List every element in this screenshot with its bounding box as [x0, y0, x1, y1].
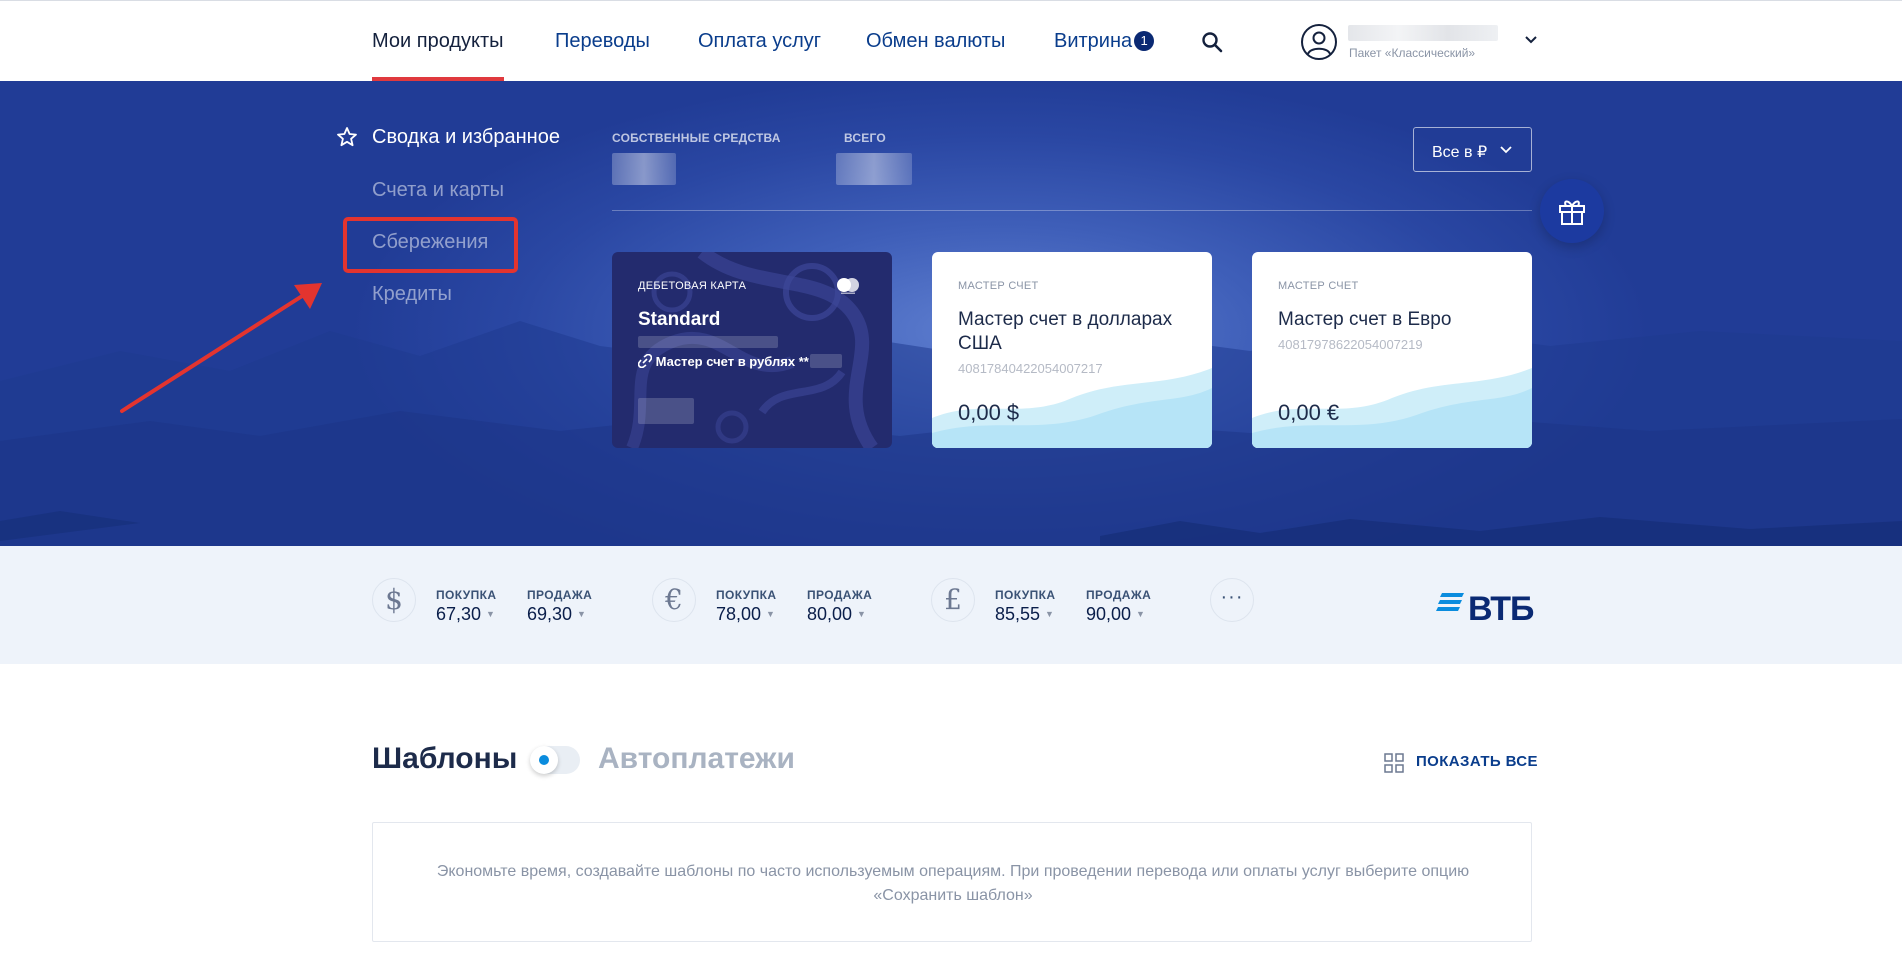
pound-icon: £ [931, 578, 975, 622]
gift-icon [1559, 200, 1585, 225]
total-value-redacted [836, 153, 912, 185]
star-icon [337, 127, 357, 147]
account-card-eur[interactable]: МАСТЕР СЧЕТ Мастер счет в Евро 408179786… [1252, 252, 1532, 448]
showcase-badge: 1 [1134, 31, 1155, 51]
templates-autopay-toggle[interactable] [530, 746, 580, 774]
templates-empty-state: Экономьте время, создавайте шаблоны по ч… [372, 822, 1532, 942]
linked-account: Мастер счет в рублях ** [637, 353, 809, 369]
currency-select[interactable]: Все в ₽ [1413, 127, 1532, 172]
show-all-label: ПОКАЗАТЬ ВСЕ [1416, 753, 1538, 770]
card-type-label: ДЕБЕТОВАЯ КАРТА [638, 280, 747, 292]
top-navigation: Мои продукты Переводы Оплата услуг Обмен… [0, 0, 1902, 82]
templates-hint: Экономьте время, создавайте шаблоны по ч… [436, 863, 1470, 904]
own-funds-value-redacted [612, 153, 676, 185]
triangle-down-icon: ▼ [857, 609, 866, 619]
eur-sell-rate: 80,00 ▼ [807, 604, 866, 625]
eur-buy-rate: 78,00 ▼ [716, 604, 775, 625]
annotation-arrow [120, 283, 322, 413]
bank-name: ВТБ [1468, 590, 1534, 628]
grid-icon [1384, 753, 1404, 773]
payment-system-logo [837, 278, 859, 294]
more-rates-button[interactable]: ··· [1210, 578, 1254, 622]
autopayments-title[interactable]: Автоплатежи [598, 742, 795, 776]
card-title: Мастер счет в Евро [1278, 309, 1452, 330]
usd-buy-value: 67,30 [436, 604, 482, 624]
triangle-down-icon: ▼ [1136, 609, 1145, 619]
debit-card[interactable]: ДЕБЕТОВАЯ КАРТА Standard Мастер счет в р… [612, 252, 892, 448]
user-name-redacted [1348, 25, 1498, 41]
nav-currency-exchange[interactable]: Обмен валюты [866, 30, 1005, 53]
linked-account-label: Мастер счет в рублях ** [655, 354, 809, 369]
toggle-knob [530, 746, 558, 774]
sidebar-item-accounts[interactable]: Счета и карты [372, 179, 504, 202]
gbp-sell-rate: 90,00 ▼ [1086, 604, 1145, 625]
chevron-down-icon [1500, 146, 1512, 154]
chevron-down-icon[interactable] [1524, 35, 1538, 45]
triangle-down-icon: ▼ [577, 609, 586, 619]
account-balance: 0,00 € [1278, 400, 1340, 425]
account-balance: 0,00 $ [958, 400, 1020, 425]
currency-select-value: Все в ₽ [1432, 144, 1488, 161]
card-number-redacted [638, 336, 778, 348]
buy-label: ПОКУПКА [995, 588, 1056, 602]
search-icon[interactable] [1201, 31, 1223, 53]
own-funds-label: СОБСТВЕННЫЕ СРЕДСТВА [612, 131, 781, 145]
exchange-rates-bar: $ ПОКУПКА 67,30 ▼ ПРОДАЖА 69,30 ▼ € ПОКУПК… [0, 546, 1902, 664]
usd-sell-rate: 69,30 ▼ [527, 604, 586, 625]
vtb-logo-mark [1436, 593, 1464, 611]
show-all-button[interactable]: ПОКАЗАТЬ ВСЕ [1384, 753, 1538, 773]
nav-payments[interactable]: Оплата услуг [698, 30, 821, 53]
sell-label: ПРОДАЖА [807, 588, 873, 602]
nav-transfers[interactable]: Переводы [555, 30, 650, 53]
account-card-usd[interactable]: МАСТЕР СЧЕТ Мастер счет в долларах США 4… [932, 252, 1212, 448]
triangle-down-icon: ▼ [766, 609, 775, 619]
account-number: 40817840422054007217 [958, 361, 1103, 376]
triangle-down-icon: ▼ [486, 609, 495, 619]
user-package: Пакет «Классический» [1349, 46, 1476, 60]
triangle-down-icon: ▼ [1045, 609, 1054, 619]
account-number: 40817978622054007219 [1278, 337, 1423, 352]
linked-account-redacted [810, 354, 842, 368]
gbp-sell-value: 90,00 [1086, 604, 1132, 624]
annotation-highlight-box [343, 217, 518, 273]
sidebar-item-credits[interactable]: Кредиты [372, 283, 452, 306]
eur-buy-value: 78,00 [716, 604, 762, 624]
link-icon [637, 353, 653, 369]
card-type-label: МАСТЕР СЧЕТ [958, 280, 1039, 292]
divider [612, 210, 1532, 211]
total-label: ВСЕГО [844, 131, 886, 145]
gift-button[interactable] [1540, 179, 1604, 243]
usd-sell-value: 69,30 [527, 604, 573, 624]
buy-label: ПОКУПКА [436, 588, 497, 602]
gbp-buy-value: 85,55 [995, 604, 1041, 624]
nav-my-products[interactable]: Мои продукты [372, 30, 504, 53]
eur-sell-value: 80,00 [807, 604, 853, 624]
card-title: Standard [638, 309, 721, 330]
templates-title[interactable]: Шаблоны [372, 742, 517, 776]
hero-section: Сводка и избранное Счета и карты Сбереже… [0, 81, 1902, 546]
buy-label: ПОКУПКА [716, 588, 777, 602]
sell-label: ПРОДАЖА [527, 588, 593, 602]
gbp-buy-rate: 85,55 ▼ [995, 604, 1054, 625]
user-avatar-icon[interactable] [1300, 23, 1338, 61]
euro-icon: € [652, 578, 696, 622]
sell-label: ПРОДАЖА [1086, 588, 1152, 602]
card-title: Мастер счет в долларах США [958, 309, 1173, 354]
card-type-label: МАСТЕР СЧЕТ [1278, 280, 1359, 292]
nav-showcase-label: Витрина [1054, 30, 1133, 52]
card-balance-redacted [638, 398, 694, 424]
dollar-icon: $ [372, 578, 416, 622]
nav-showcase[interactable]: Витрина 1 [1054, 30, 1155, 53]
sidebar-item-summary[interactable]: Сводка и избранное [372, 126, 560, 149]
usd-buy-rate: 67,30 ▼ [436, 604, 495, 625]
